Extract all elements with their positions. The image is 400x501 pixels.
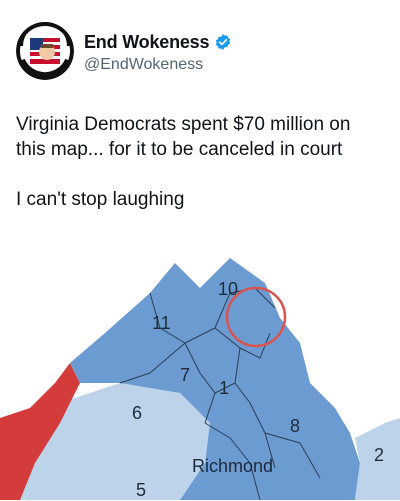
post-text: Virginia Democrats spent $70 million on …	[16, 112, 386, 212]
map-label-district-8: 8	[290, 416, 301, 436]
map-label-district-10: 10	[218, 279, 239, 299]
post-header: End Wokeness @EndWokeness	[0, 0, 400, 100]
display-name[interactable]: End Wokeness	[84, 32, 210, 53]
verified-badge-icon	[214, 33, 232, 51]
map-label-district-2: 2	[374, 445, 385, 465]
district-map-image[interactable]: 10 11 7 1 6 8 2 5 Richmond	[0, 233, 400, 500]
post-text-line: I can't stop laughing	[16, 189, 185, 210]
post-text-line: Virginia Democrats spent $70 million on	[16, 114, 351, 135]
map-label-richmond: Richmond	[192, 456, 274, 476]
map-label-district-6: 6	[132, 403, 143, 423]
map-label-district-7: 7	[180, 365, 191, 385]
author-handle[interactable]: @EndWokeness	[84, 56, 203, 74]
post-text-line: this map... for it to be canceled in cou…	[16, 139, 343, 160]
map-label-district-1: 1	[219, 378, 230, 398]
map-label-district-11: 11	[152, 313, 171, 333]
map-label-district-5: 5	[136, 480, 147, 500]
avatar[interactable]	[16, 22, 74, 80]
